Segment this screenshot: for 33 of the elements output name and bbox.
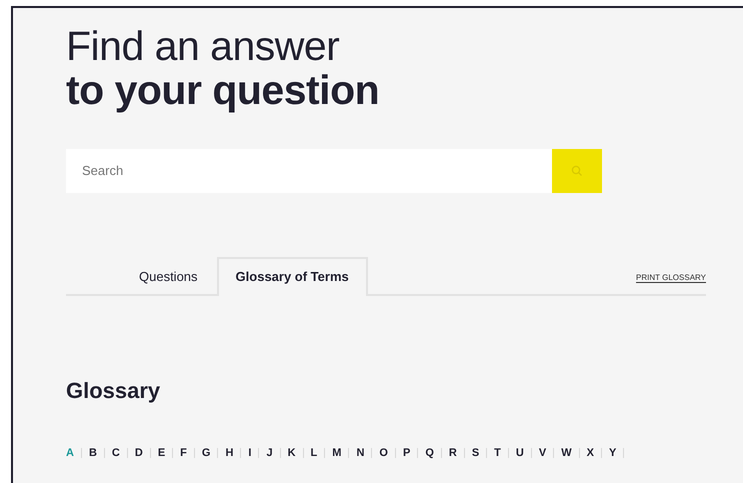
search-button[interactable]: [552, 149, 602, 193]
letter-link[interactable]: J: [259, 445, 280, 462]
letter-link[interactable]: W: [554, 445, 579, 462]
letter-link[interactable]: H: [218, 445, 240, 462]
search-field[interactable]: Search: [66, 149, 552, 193]
letter-link[interactable]: V: [532, 445, 554, 462]
letter-link[interactable]: P: [396, 445, 418, 462]
letter-link[interactable]: F: [173, 445, 194, 462]
letter-link[interactable]: R: [442, 445, 464, 462]
letter-link[interactable]: E: [150, 445, 172, 462]
heading-bold: to your question: [66, 68, 380, 112]
letter-link[interactable]: Q: [418, 445, 441, 462]
letter-link[interactable]: B: [82, 445, 104, 462]
glossary-title: Glossary: [66, 377, 162, 405]
letter-link[interactable]: U: [508, 445, 531, 462]
letter-link[interactable]: L: [304, 445, 324, 462]
letter-link[interactable]: G: [194, 445, 218, 462]
tab[interactable]: Questions: [120, 257, 217, 296]
tab[interactable]: Glossary of Terms: [216, 257, 368, 296]
letter-link[interactable]: M: [325, 445, 348, 462]
heading-light: Find an answer: [66, 24, 340, 68]
letter-link[interactable]: O: [372, 445, 395, 462]
letter-link[interactable]: C: [104, 445, 127, 462]
letter-link[interactable]: Y: [602, 445, 624, 462]
letter-link[interactable]: T: [487, 445, 508, 462]
search-icon: [571, 165, 583, 177]
letter-link[interactable]: D: [128, 445, 150, 462]
letter-link[interactable]: K: [280, 445, 303, 462]
print-glossary-link[interactable]: PRINT GLOSSARY: [636, 272, 706, 284]
letter-link[interactable]: I: [241, 445, 258, 462]
letter-link[interactable]: N: [349, 445, 372, 462]
letter-link[interactable]: S: [464, 445, 486, 462]
letter-link[interactable]: X: [580, 445, 601, 462]
